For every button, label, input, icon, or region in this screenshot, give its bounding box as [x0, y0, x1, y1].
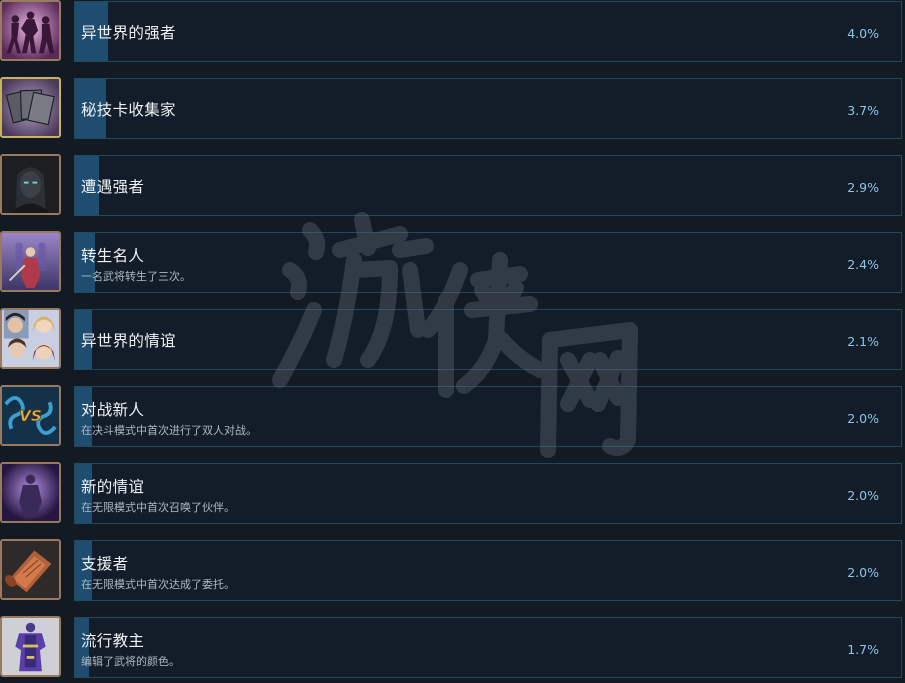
achievement-bar: 遭遇强者 2.9% [74, 155, 902, 216]
achievement-name: 流行教主 [81, 632, 145, 650]
achievement-row[interactable]: 异世界的情谊 2.1% [0, 308, 905, 373]
achievement-percent: 2.1% [847, 334, 879, 349]
cards-icon [0, 77, 61, 138]
achievement-bar: 秘技卡收集家 3.7% [74, 78, 902, 139]
achievement-percent: 2.0% [847, 488, 879, 503]
achievement-description: 在无限模式中首次召唤了伙伴。 [81, 501, 235, 514]
achievement-description: 在决斗模式中首次进行了双人对战。 [81, 424, 257, 437]
achievement-bar: 对战新人 在决斗模式中首次进行了双人对战。 2.0% [74, 386, 902, 447]
achievement-row[interactable]: 异世界的强者 4.0% [0, 0, 905, 65]
dancing-silhouettes-icon [0, 0, 61, 61]
achievement-percent: 2.0% [847, 411, 879, 426]
achievement-description: 一名武将转生了三次。 [81, 270, 191, 283]
achievement-name: 新的情谊 [81, 478, 145, 496]
achievement-row[interactable]: 流行教主 编辑了武将的颜色。 1.7% [0, 616, 905, 681]
achievement-row[interactable]: 新的情谊 在无限模式中首次召唤了伙伴。 2.0% [0, 462, 905, 527]
svg-text:VS: VS [19, 407, 42, 425]
achievement-bar: 异世界的情谊 2.1% [74, 309, 902, 370]
achievement-row[interactable]: 遭遇强者 2.9% [0, 154, 905, 219]
achievement-percent: 2.0% [847, 565, 879, 580]
achievement-bar: 流行教主 编辑了武将的颜色。 1.7% [74, 617, 902, 678]
heroes-group-icon [0, 308, 61, 369]
achievement-row[interactable]: 秘技卡收集家 3.7% [0, 77, 905, 142]
achievement-name: 对战新人 [81, 401, 145, 419]
reborn-warriors-icon [0, 231, 61, 292]
achievement-name: 秘技卡收集家 [81, 101, 176, 119]
achievement-percent: 3.7% [847, 103, 879, 118]
achievement-name: 异世界的强者 [81, 24, 176, 42]
achievement-name: 支援者 [81, 555, 129, 573]
achievement-percent: 1.7% [847, 642, 879, 657]
achievement-bar: 支援者 在无限模式中首次达成了委托。 2.0% [74, 540, 902, 601]
achievement-name: 转生名人 [81, 247, 145, 265]
achievement-name: 异世界的情谊 [81, 332, 176, 350]
achievement-name: 遭遇强者 [81, 178, 145, 196]
dark-warrior-portrait-icon [0, 154, 61, 215]
achievement-list: 异世界的强者 4.0% 秘技卡收集家 3.7% 遭遇强者 2.9% 转生名人 一… [0, 0, 905, 683]
achievement-percent: 4.0% [847, 26, 879, 41]
achievement-description: 在无限模式中首次达成了委托。 [81, 578, 235, 591]
summoned-ally-icon [0, 462, 61, 523]
versus-icon: VS [0, 385, 61, 446]
achievement-bar: 新的情谊 在无限模式中首次召唤了伙伴。 2.0% [74, 463, 902, 524]
achievement-row[interactable]: 支援者 在无限模式中首次达成了委托。 2.0% [0, 539, 905, 604]
achievement-row[interactable]: 转生名人 一名武将转生了三次。 2.4% [0, 231, 905, 296]
achievement-percent: 2.9% [847, 180, 879, 195]
scroll-icon [0, 539, 61, 600]
achievement-bar: 转生名人 一名武将转生了三次。 2.4% [74, 232, 902, 293]
armor-outfit-icon [0, 616, 61, 677]
achievement-bar: 异世界的强者 4.0% [74, 1, 902, 62]
achievement-percent: 2.4% [847, 257, 879, 272]
achievement-row[interactable]: VS 对战新人 在决斗模式中首次进行了双人对战。 2.0% [0, 385, 905, 450]
achievement-description: 编辑了武将的颜色。 [81, 655, 180, 668]
